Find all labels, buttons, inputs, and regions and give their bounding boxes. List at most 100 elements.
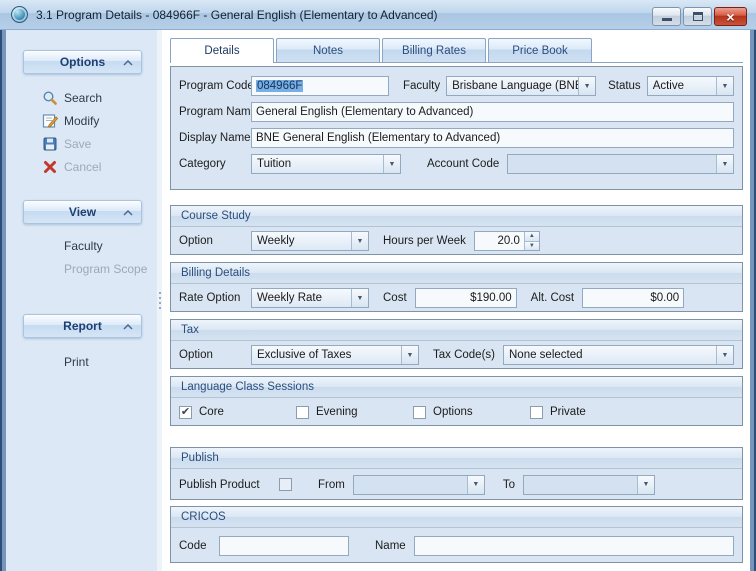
status-select[interactable]: Active ▼ <box>647 76 734 96</box>
tax-option-select[interactable]: Exclusive of Taxes ▼ <box>251 345 419 365</box>
tab-details[interactable]: Details <box>170 38 274 63</box>
tab-billing-rates[interactable]: Billing Rates <box>382 38 486 62</box>
cricos-section: CRICOS Code Name <box>170 506 743 563</box>
sidebar-item-label: Save <box>64 137 91 151</box>
tax-codes-select[interactable]: None selected ▼ <box>503 345 734 365</box>
title-bar: 3.1 Program Details - 084966F - General … <box>0 0 756 30</box>
main-panel: Details Notes Billing Rates Price Book P… <box>162 30 750 571</box>
details-tab-page: Program Code 084966F Faculty Brisbane La… <box>170 62 743 563</box>
sidebar: Options Search Modify <box>6 30 157 571</box>
rate-option-label: Rate Option <box>179 292 251 304</box>
sidebar-item-search[interactable]: Search <box>42 86 157 109</box>
sidebar-group-options[interactable]: Options <box>23 50 142 74</box>
sidebar-item-print[interactable]: Print <box>64 350 157 373</box>
chevron-down-icon[interactable]: ▼ <box>716 77 733 95</box>
sessions-title: Language Class Sessions <box>181 381 314 393</box>
private-checkbox-item[interactable]: Private <box>530 406 647 419</box>
spin-up-icon[interactable]: ▲ <box>525 232 539 241</box>
chevron-down-icon[interactable]: ▼ <box>401 346 418 364</box>
program-name-input[interactable]: General English (Elementary to Advanced) <box>251 102 734 122</box>
hours-per-week-label: Hours per Week <box>383 235 466 247</box>
window-title: 3.1 Program Details - 084966F - General … <box>36 8 438 22</box>
chevron-down-icon[interactable]: ▼ <box>467 476 484 494</box>
course-option-select[interactable]: Weekly ▼ <box>251 231 369 251</box>
core-checkbox-item[interactable]: Core <box>179 406 296 419</box>
program-details-window: 3.1 Program Details - 084966F - General … <box>0 0 756 571</box>
sidebar-item-program-scope[interactable]: Program Scope <box>64 257 157 280</box>
publish-product-label: Publish Product <box>179 479 279 491</box>
tax-title: Tax <box>181 324 199 336</box>
tax-codes-label: Tax Code(s) <box>433 349 495 361</box>
sidebar-item-faculty[interactable]: Faculty <box>64 234 157 257</box>
publish-from-select[interactable]: ▼ <box>353 475 485 495</box>
sidebar-item-label: Search <box>64 91 102 105</box>
display-name-label: Display Name <box>179 132 251 144</box>
chevron-down-icon[interactable]: ▼ <box>351 289 368 307</box>
tab-notes[interactable]: Notes <box>276 38 380 62</box>
save-icon <box>42 136 58 152</box>
minimize-button[interactable] <box>652 7 681 26</box>
category-label: Category <box>179 158 251 170</box>
publish-product-checkbox[interactable] <box>279 478 292 491</box>
collapse-chevron-icon <box>123 324 133 330</box>
sidebar-item-cancel[interactable]: Cancel <box>42 155 157 178</box>
cricos-code-input[interactable] <box>219 536 349 556</box>
alt-cost-label: Alt. Cost <box>531 292 574 304</box>
publish-to-select[interactable]: ▼ <box>523 475 655 495</box>
billing-details-section: Billing Details Rate Option Weekly Rate … <box>170 262 743 312</box>
cricos-title: CRICOS <box>181 511 226 523</box>
evening-checkbox[interactable] <box>296 406 309 419</box>
close-button[interactable]: × <box>714 7 747 26</box>
spin-down-icon[interactable]: ▼ <box>525 241 539 251</box>
minimize-icon <box>662 18 672 21</box>
chevron-down-icon[interactable]: ▼ <box>716 155 733 173</box>
category-select[interactable]: Tuition ▼ <box>251 154 401 174</box>
program-code-input[interactable]: 084966F <box>251 76 389 96</box>
sidebar-item-save[interactable]: Save <box>42 132 157 155</box>
window-frame-right <box>750 30 756 571</box>
core-checkbox[interactable] <box>179 406 192 419</box>
cricos-code-label: Code <box>179 540 219 552</box>
publish-title: Publish <box>181 452 219 464</box>
hours-per-week-stepper[interactable]: 20.0 ▲▼ <box>474 231 540 251</box>
program-name-label: Program Name <box>179 106 251 118</box>
account-code-select[interactable]: ▼ <box>507 154 734 174</box>
private-checkbox[interactable] <box>530 406 543 419</box>
sidebar-group-report-title: Report <box>63 319 102 333</box>
billing-details-title: Billing Details <box>181 267 250 279</box>
cost-input[interactable]: $190.00 <box>415 288 517 308</box>
course-option-label: Option <box>179 235 251 247</box>
chevron-down-icon[interactable]: ▼ <box>383 155 400 173</box>
account-code-label: Account Code <box>427 158 499 170</box>
collapse-chevron-icon <box>123 210 133 216</box>
chevron-down-icon[interactable]: ▼ <box>578 77 595 95</box>
options-checkbox-item[interactable]: Options <box>413 406 530 419</box>
chevron-down-icon[interactable]: ▼ <box>637 476 654 494</box>
tax-option-label: Option <box>179 349 251 361</box>
sidebar-item-label: Modify <box>64 114 99 128</box>
alt-cost-input[interactable]: $0.00 <box>582 288 684 308</box>
display-name-input[interactable]: BNE General English (Elementary to Advan… <box>251 128 734 148</box>
close-icon: × <box>726 10 734 24</box>
options-checkbox[interactable] <box>413 406 426 419</box>
maximize-button[interactable] <box>683 7 712 26</box>
status-label: Status <box>608 80 641 92</box>
sidebar-group-view[interactable]: View <box>23 200 142 224</box>
tab-strip: Details Notes Billing Rates Price Book <box>170 38 750 62</box>
sidebar-group-report[interactable]: Report <box>23 314 142 338</box>
maximize-icon <box>693 12 703 21</box>
rate-option-select[interactable]: Weekly Rate ▼ <box>251 288 369 308</box>
evening-checkbox-item[interactable]: Evening <box>296 406 413 419</box>
faculty-select[interactable]: Brisbane Language (BNE) ▼ <box>446 76 596 96</box>
publish-section: Publish Publish Product From ▼ To ▼ <box>170 447 743 500</box>
chevron-down-icon[interactable]: ▼ <box>351 232 368 250</box>
tax-section: Tax Option Exclusive of Taxes ▼ Tax Code… <box>170 319 743 369</box>
chevron-down-icon[interactable]: ▼ <box>716 346 733 364</box>
sidebar-item-label: Program Scope <box>64 262 147 276</box>
language-class-sessions-section: Language Class Sessions Core Evening <box>170 376 743 426</box>
cricos-name-input[interactable] <box>414 536 734 556</box>
tab-price-book[interactable]: Price Book <box>488 38 592 62</box>
sidebar-item-label: Print <box>64 355 89 369</box>
program-main-section: Program Code 084966F Faculty Brisbane La… <box>170 66 743 190</box>
sidebar-item-modify[interactable]: Modify <box>42 109 157 132</box>
